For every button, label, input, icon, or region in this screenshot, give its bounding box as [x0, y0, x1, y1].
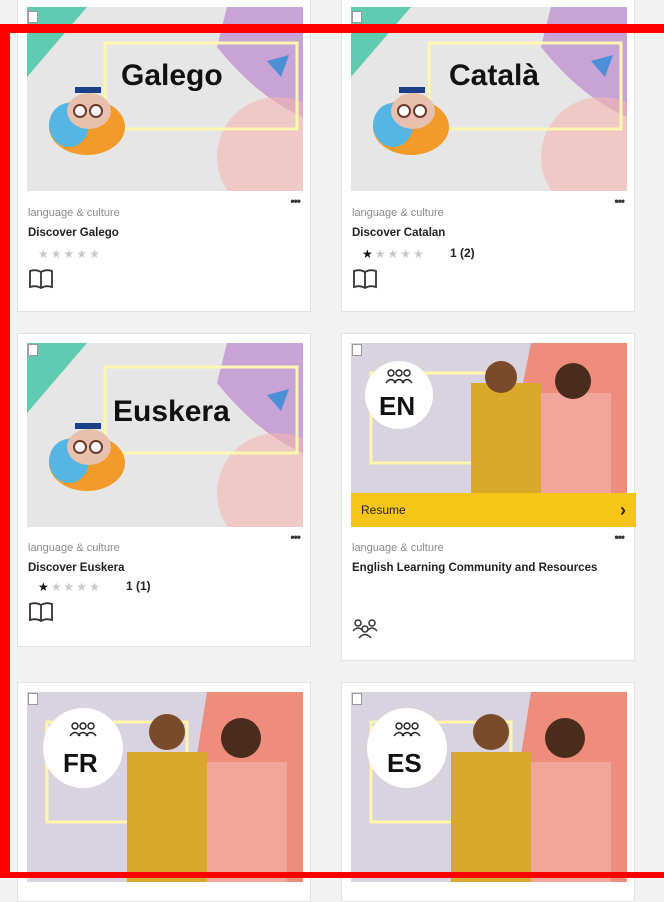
more-options-icon[interactable]: •••: [290, 530, 301, 544]
card-title[interactable]: Discover Galego: [28, 225, 298, 242]
card-title[interactable]: Discover Euskera: [28, 560, 298, 577]
star-icon[interactable]: ★: [38, 580, 51, 594]
course-thumbnail[interactable]: Català: [351, 7, 627, 191]
course-card-galego[interactable]: Galego ••• language & culture Discover G…: [17, 0, 311, 312]
community-badge-text: ES: [387, 748, 422, 778]
star-icon[interactable]: ★: [362, 247, 375, 261]
community-card-english[interactable]: EN Resume › ••• language & culture Engli…: [341, 333, 636, 661]
resume-label: Resume: [361, 503, 406, 517]
rating-summary: 1 (1): [126, 579, 151, 593]
star-icon[interactable]: ★: [89, 580, 102, 594]
rating-stars[interactable]: ★★★★★: [362, 247, 426, 261]
community-thumbnail[interactable]: FR: [27, 692, 303, 882]
resume-button[interactable]: Resume ›: [351, 493, 636, 527]
bookmark-icon[interactable]: [352, 11, 362, 23]
star-icon[interactable]: ★: [76, 580, 89, 594]
more-options-icon[interactable]: •••: [614, 194, 625, 208]
community-card-spanish[interactable]: ES: [341, 682, 635, 902]
rating-stars[interactable]: ★★★★★: [38, 247, 102, 261]
course-thumbnail[interactable]: Euskera: [27, 343, 303, 527]
course-card-catalan[interactable]: Català ••• language & culture Discover C…: [341, 0, 635, 312]
star-icon[interactable]: ★: [51, 247, 64, 261]
thumb-language-word: Català: [449, 59, 539, 92]
star-icon[interactable]: ★: [64, 580, 77, 594]
thumb-language-word: Galego: [121, 59, 223, 92]
annotation-border-bottom: [0, 872, 664, 878]
community-thumbnail[interactable]: EN: [351, 343, 627, 493]
star-icon[interactable]: ★: [76, 247, 89, 261]
star-icon[interactable]: ★: [38, 247, 51, 261]
community-card-french[interactable]: FR: [17, 682, 311, 902]
star-icon[interactable]: ★: [375, 247, 388, 261]
chevron-right-icon: ›: [620, 499, 626, 520]
book-icon: [353, 269, 377, 290]
annotation-border-top: [0, 24, 664, 33]
card-category: language & culture: [352, 207, 444, 219]
bookmark-icon[interactable]: [28, 344, 38, 356]
star-icon[interactable]: ★: [64, 247, 77, 261]
star-icon[interactable]: ★: [89, 247, 102, 261]
star-icon[interactable]: ★: [400, 247, 413, 261]
rating-stars[interactable]: ★★★★★: [38, 580, 102, 594]
card-title[interactable]: English Learning Community and Resources: [352, 560, 622, 577]
community-badge-text: FR: [63, 748, 98, 778]
book-icon: [29, 269, 53, 290]
bookmark-icon[interactable]: [28, 693, 38, 705]
star-icon[interactable]: ★: [51, 580, 64, 594]
card-category: language & culture: [352, 542, 444, 554]
card-title[interactable]: Discover Catalan: [352, 225, 622, 242]
thumb-language-word: Euskera: [113, 395, 230, 428]
annotation-border-left: [0, 24, 10, 878]
card-category: language & culture: [28, 542, 120, 554]
card-category: language & culture: [28, 207, 120, 219]
bookmark-icon[interactable]: [352, 693, 362, 705]
community-icon: [352, 619, 378, 639]
star-icon[interactable]: ★: [388, 247, 401, 261]
bookmark-icon[interactable]: [352, 344, 362, 356]
book-icon: [29, 602, 53, 623]
rating-summary: 1 (2): [450, 246, 475, 260]
community-badge-text: EN: [379, 391, 415, 421]
star-icon[interactable]: ★: [413, 247, 426, 261]
bookmark-icon[interactable]: [28, 11, 38, 23]
more-options-icon[interactable]: •••: [290, 194, 301, 208]
more-options-icon[interactable]: •••: [614, 530, 625, 544]
community-thumbnail[interactable]: ES: [351, 692, 627, 882]
course-thumbnail[interactable]: Galego: [27, 7, 303, 191]
course-card-euskera[interactable]: Euskera ••• language & culture Discover …: [17, 333, 311, 647]
